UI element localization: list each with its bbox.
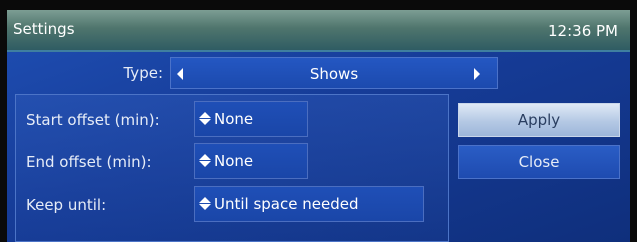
start-offset-value: None (214, 110, 254, 128)
title-bar: Settings 12:36 PM (7, 10, 630, 52)
keep-until-field[interactable]: Until space needed (194, 186, 424, 222)
settings-window: Settings 12:36 PM Type: Shows Start offs… (7, 10, 630, 242)
up-down-spinner-icon (199, 197, 211, 211)
end-offset-value: None (214, 152, 254, 170)
up-down-spinner-icon (199, 154, 211, 168)
type-spinner[interactable]: Shows (170, 57, 498, 89)
recording-options-panel: Start offset (min): None End offset (min… (15, 94, 449, 242)
clock: 12:36 PM (548, 22, 618, 40)
end-offset-field[interactable]: None (194, 143, 308, 179)
keep-until-label: Keep until: (26, 196, 107, 214)
type-value: Shows (309, 65, 359, 83)
up-down-spinner-icon (199, 112, 211, 126)
window-title: Settings (13, 20, 75, 38)
close-button[interactable]: Close (458, 145, 620, 179)
keep-until-value: Until space needed (214, 195, 359, 213)
end-offset-label: End offset (min): (26, 153, 152, 171)
apply-button[interactable]: Apply (458, 103, 620, 137)
start-offset-field[interactable]: None (194, 101, 308, 137)
type-label: Type: (123, 64, 163, 82)
triangle-right-icon[interactable] (474, 68, 480, 80)
type-selector-row: Type: Shows (7, 56, 630, 89)
start-offset-label: Start offset (min): (26, 111, 160, 129)
